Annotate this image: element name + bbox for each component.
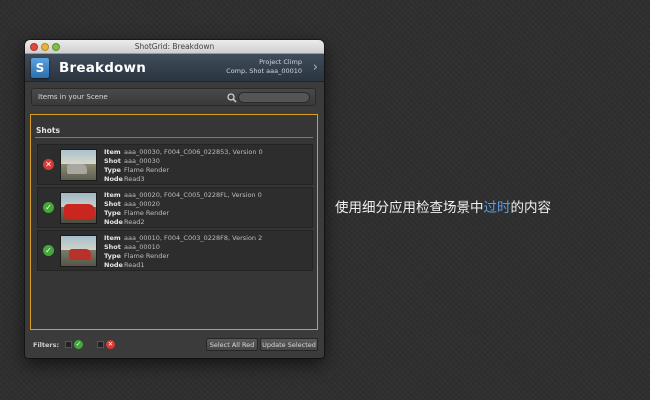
item-shot: aaa_00030 [124,157,160,165]
check-status-icon: ✓ [43,245,54,256]
check-status-icon: ✓ [74,340,83,349]
item-type: Flame Render [124,166,170,174]
caption-before: 使用细分应用检查场景中 [335,200,484,216]
section-divider [35,137,313,138]
scene-items-panel: Shots ✕ Item aaa_00030, F004_C006_022853,… [30,114,318,330]
item-details: Item aaa_00020, F004_C005_0228FL, Version… [104,191,262,226]
filters-label: Filters: [33,341,60,349]
item-node: Read3 [124,175,145,183]
items-in-scene-label: Items in your Scene [38,93,108,101]
chevron-right-icon[interactable]: › [313,61,318,74]
maximize-window-icon[interactable] [52,43,60,51]
minimize-window-icon[interactable] [41,43,49,51]
list-item[interactable]: ✓ Item aaa_00010, F004_C003_0228F8, Versi… [37,230,313,271]
update-selected-button[interactable]: Update Selected [260,338,318,351]
footer-bar: Filters: ✓ ✕ Select All Red Update Selec… [31,338,318,352]
list-item[interactable]: ✕ Item aaa_00030, F004_C006_022853, Versi… [37,144,313,185]
caption-highlight: 过时 [483,200,511,216]
item-name: aaa_00030, F004_C006_022853, Version 0 [124,148,263,156]
list-item[interactable]: ✓ Item aaa_00020, F004_C005_0228FL, Versi… [37,187,313,228]
item-type: Flame Render [124,209,170,217]
item-node: Read2 [124,218,145,226]
breakdown-window: ShotGrid: Breakdown S Breakdown Project … [25,40,324,358]
search-bar: Items in your Scene [31,88,316,106]
context-project: Project Climp [259,58,302,66]
shot-thumbnail [60,149,97,181]
search-input[interactable] [238,92,310,103]
filter-ok-checkbox[interactable] [65,341,72,348]
app-header: S Breakdown Project Climp Comp, Shot aaa… [25,54,324,82]
section-title: Shots [36,126,60,135]
title-bar: ShotGrid: Breakdown [25,40,324,54]
window-controls [30,43,60,51]
item-name: aaa_00020, F004_C005_0228FL, Version 0 [124,191,262,199]
filter-out-of-date-checkbox[interactable] [97,341,104,348]
shot-thumbnail [60,235,97,267]
item-name: aaa_00010, F004_C003_0228F8, Version 2 [124,234,263,242]
search-icon [227,93,237,103]
error-status-icon: ✕ [106,340,115,349]
close-window-icon[interactable] [30,43,38,51]
context-info[interactable]: Project Climp Comp, Shot aaa_00010 [226,58,302,76]
window-title: ShotGrid: Breakdown [134,42,215,51]
context-entity: Comp, Shot aaa_00010 [226,67,302,75]
error-status-icon: ✕ [43,159,54,170]
caption-after: 的内容 [510,200,552,216]
item-shot: aaa_00010 [124,243,160,251]
item-details: Item aaa_00030, F004_C006_022853, Version… [104,148,263,183]
item-shot: aaa_00020 [124,200,160,208]
shot-thumbnail [60,192,97,224]
check-status-icon: ✓ [43,202,54,213]
item-type: Flame Render [124,252,170,260]
item-node: Read1 [124,261,145,269]
shotgrid-logo-icon: S [31,57,49,78]
select-all-red-button[interactable]: Select All Red [206,338,258,351]
app-title: Breakdown [59,59,147,76]
item-details: Item aaa_00010, F004_C003_0228F8, Version… [104,234,263,269]
caption-text: 使用细分应用检查场景中过时的内容 [335,196,551,216]
